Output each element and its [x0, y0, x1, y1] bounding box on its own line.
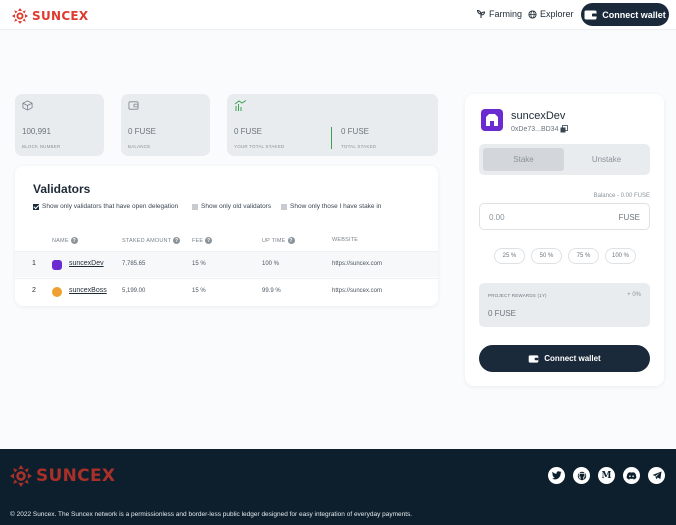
- checkbox-checked[interactable]: [33, 203, 39, 210]
- nav-explorer[interactable]: Explorer: [528, 9, 574, 19]
- wallet-icon: [528, 354, 539, 363]
- percent-75-button[interactable]: 75 %: [568, 248, 599, 264]
- connect-wallet-button-main[interactable]: Connect wallet: [479, 345, 650, 372]
- table-row[interactable]: 1 suncexDev 7,785.65 15 % 100 % https://…: [15, 251, 438, 277]
- staked-amount: 5,199.00: [122, 288, 146, 294]
- website: https://suncex.com: [332, 261, 383, 267]
- column-header-staked[interactable]: STAKED AMOUNT?: [122, 237, 181, 244]
- cube-icon: [22, 100, 33, 111]
- amount-input[interactable]: 0.00 FUSE: [479, 203, 650, 230]
- help-icon[interactable]: ?: [173, 237, 181, 244]
- validator-avatar-large: [481, 109, 503, 131]
- wallet-icon: [584, 10, 597, 19]
- stake-panel: suncexDev 0xDe73...BD34 Stake Unstake Ba…: [465, 94, 664, 386]
- stat-value-your-staked: 0 FUSE: [234, 127, 263, 136]
- validator-avatar: [52, 287, 62, 297]
- filter-my-stake[interactable]: Show only those I have stake in: [281, 203, 381, 210]
- uptime: 99.9 %: [262, 288, 281, 294]
- fee: 15 %: [192, 288, 206, 294]
- checkbox-unchecked[interactable]: [192, 203, 198, 210]
- connect-wallet-label: Connect wallet: [544, 354, 601, 363]
- nav-farming-label: Farming: [489, 9, 523, 19]
- help-icon[interactable]: ?: [205, 237, 213, 244]
- suncex-logo-icon: [10, 465, 32, 487]
- rewards-label: PROJECT REWARDS (1Y): [488, 293, 547, 298]
- rewards-value: 0 FUSE: [488, 309, 517, 318]
- sprout-icon: [476, 9, 486, 18]
- uptime: 100 %: [262, 261, 280, 267]
- logo[interactable]: SUNCEX: [12, 8, 89, 24]
- validator-avatar: [52, 260, 62, 270]
- validators-card: Validators Show only validators that hav…: [15, 166, 438, 306]
- filter-label: Show only those I have stake in: [290, 203, 382, 210]
- project-rewards: PROJECT REWARDS (1Y) + 0% 0 FUSE: [479, 283, 650, 327]
- stat-label-total-staked: TOTAL STAKED: [341, 144, 377, 149]
- stat-label: BLOCK NUMBER: [22, 144, 61, 149]
- footer-logo-text: SUNCEX: [36, 466, 116, 486]
- wallet-outline-icon: [128, 101, 139, 110]
- validator-name-link[interactable]: suncexDev: [69, 260, 104, 267]
- stat-label: BALANCE: [128, 144, 151, 149]
- validators-title: Validators: [33, 182, 91, 196]
- checkbox-unchecked[interactable]: [281, 203, 287, 210]
- percent-100-button[interactable]: 100 %: [605, 248, 636, 264]
- table-row[interactable]: 2 suncexBoss 5,199.00 15 % 99.9 % https:…: [15, 278, 438, 304]
- filter-label: Show only old validators: [201, 203, 272, 210]
- amount-value: 0.00: [489, 213, 505, 222]
- footer-logo[interactable]: SUNCEX: [10, 465, 115, 487]
- filter-old-validators[interactable]: Show only old validators: [192, 203, 271, 210]
- stat-label-your-staked: YOUR TOTAL STAKED: [234, 144, 285, 149]
- column-header-uptime[interactable]: UP TIME?: [262, 237, 295, 244]
- footer: SUNCEX M © 2022 Suncex. The Suncex netwo…: [0, 449, 676, 525]
- stake-icon: [234, 100, 247, 111]
- row-index: 1: [32, 260, 36, 267]
- stat-card-staked: 0 FUSE YOUR TOTAL STAKED 0 FUSE TOTAL ST…: [227, 94, 438, 156]
- stat-value: 0 FUSE: [128, 127, 157, 136]
- stat-card-balance: 0 FUSE BALANCE: [121, 94, 210, 156]
- stat-value: 100,991: [22, 127, 51, 136]
- nav-farming[interactable]: Farming: [476, 9, 522, 19]
- header: SUNCEX Farming Explorer Connect wallet: [0, 0, 676, 30]
- filter-open-delegation[interactable]: Show only validators that have open dele…: [33, 203, 178, 210]
- nav-explorer-label: Explorer: [540, 9, 574, 19]
- column-header-fee[interactable]: FEE?: [192, 237, 213, 244]
- column-header-name[interactable]: NAME?: [52, 237, 78, 244]
- stake-tabs: Stake Unstake: [479, 144, 650, 175]
- twitter-icon[interactable]: [548, 467, 565, 484]
- medium-icon[interactable]: M: [598, 467, 615, 484]
- validator-logo-icon: [486, 114, 498, 126]
- filter-label: Show only validators that have open dele…: [42, 203, 179, 210]
- telegram-icon[interactable]: [648, 467, 665, 484]
- column-header-website: WEBSITE: [332, 237, 359, 243]
- percent-50-button[interactable]: 50 %: [531, 248, 562, 264]
- validator-address: 0xDe73...BD34: [511, 125, 569, 133]
- staked-amount: 7,785.65: [122, 261, 146, 267]
- social-links: M: [548, 467, 665, 484]
- amount-unit: FUSE: [618, 213, 640, 222]
- stat-card-block-number: 100,991 BLOCK NUMBER: [15, 94, 104, 156]
- stat-divider: [331, 127, 332, 149]
- tab-stake[interactable]: Stake: [483, 148, 564, 171]
- stat-value-total-staked: 0 FUSE: [341, 127, 370, 136]
- connect-wallet-button[interactable]: Connect wallet: [581, 3, 669, 26]
- github-icon[interactable]: [573, 467, 590, 484]
- suncex-logo-icon: [12, 8, 28, 24]
- fee: 15 %: [192, 261, 206, 267]
- percent-25-button[interactable]: 25 %: [494, 248, 525, 264]
- globe-icon: [528, 9, 537, 19]
- copyright-text: © 2022 Suncex. The Suncex network is a p…: [10, 511, 413, 518]
- balance-text: Balance - 0.00 FUSE: [593, 193, 650, 199]
- row-index: 2: [32, 287, 36, 294]
- discord-icon[interactable]: [623, 467, 640, 484]
- copy-icon[interactable]: [560, 125, 569, 133]
- website: https://suncex.com: [332, 288, 383, 294]
- logo-text: SUNCEX: [32, 9, 89, 23]
- rewards-percent: + 0%: [627, 292, 641, 298]
- help-icon[interactable]: ?: [287, 237, 295, 244]
- help-icon[interactable]: ?: [70, 237, 78, 244]
- validator-name-link[interactable]: suncexBoss: [69, 287, 107, 294]
- tab-unstake[interactable]: Unstake: [566, 148, 647, 171]
- validator-name: suncexDev: [511, 110, 566, 122]
- connect-wallet-label: Connect wallet: [602, 9, 666, 20]
